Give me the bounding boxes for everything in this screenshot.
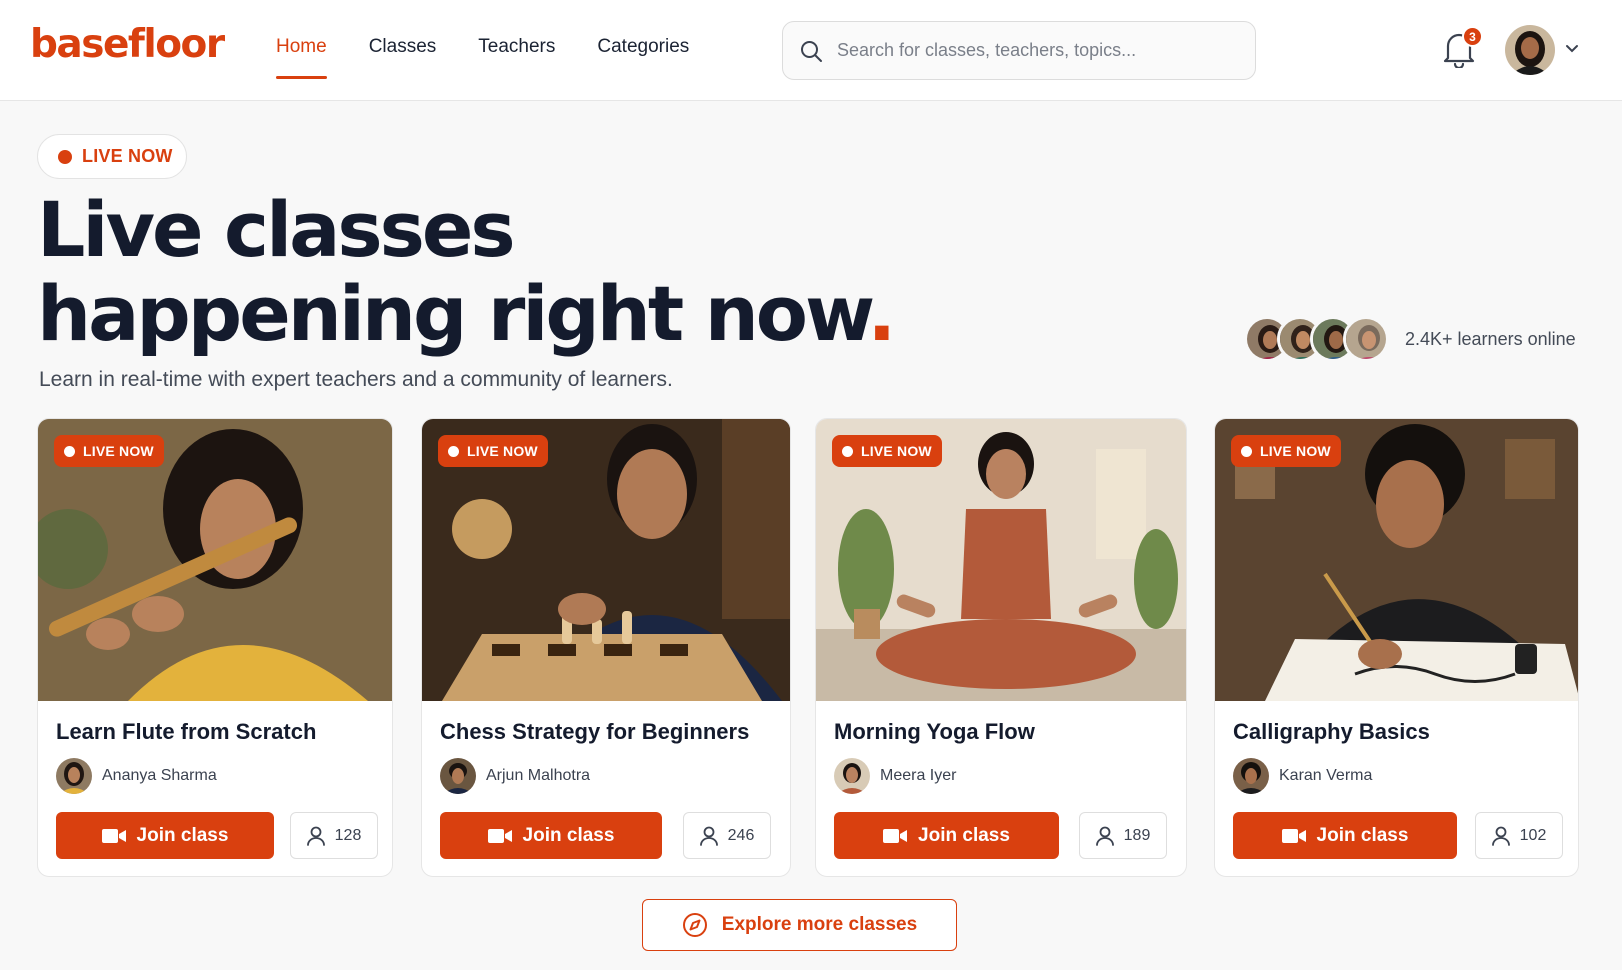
class-thumbnail[interactable]: LIVE NOW xyxy=(816,419,1186,701)
nav-home[interactable]: Home xyxy=(276,36,327,80)
teacher-name: Karan Verma xyxy=(1279,767,1373,784)
explore-more-label: Explore more classes xyxy=(721,914,918,935)
live-now-badge: LIVE NOW xyxy=(438,435,548,467)
video-camera-icon xyxy=(101,828,126,843)
class-title[interactable]: Learn Flute from Scratch xyxy=(56,719,316,745)
user-icon xyxy=(306,826,325,846)
learners-online: 2.4K+ learners online xyxy=(1244,316,1576,362)
video-camera-icon xyxy=(883,828,908,843)
class-teacher[interactable]: Meera Iyer xyxy=(834,758,956,794)
nav-teachers[interactable]: Teachers xyxy=(478,36,555,80)
live-now-pill: LIVE NOW xyxy=(37,134,187,179)
class-card[interactable]: LIVE NOW Calligraphy Basics Karan Verma … xyxy=(1214,418,1579,877)
page-title: Live classes happening right now. xyxy=(37,185,896,358)
class-teacher[interactable]: Karan Verma xyxy=(1233,758,1372,794)
learner-avatar-stack xyxy=(1244,316,1389,362)
class-thumbnail[interactable]: LIVE NOW xyxy=(422,419,790,701)
teacher-avatar xyxy=(834,758,870,794)
join-class-button[interactable]: Join class xyxy=(834,812,1059,859)
teacher-avatar xyxy=(440,758,476,794)
attendee-count: 246 xyxy=(683,812,771,859)
video-camera-icon xyxy=(1281,828,1306,843)
chevron-down-icon[interactable] xyxy=(1564,41,1580,57)
teacher-name: Meera Iyer xyxy=(880,767,957,784)
user-icon xyxy=(1491,826,1510,846)
page-subtitle: Learn in real-time with expert teachers … xyxy=(39,368,673,391)
join-class-button[interactable]: Join class xyxy=(56,812,274,859)
search-icon xyxy=(801,40,822,62)
search-bar[interactable] xyxy=(782,21,1256,80)
video-camera-icon xyxy=(487,828,512,843)
title-line-1: Live classes xyxy=(37,185,516,274)
join-class-button[interactable]: Join class xyxy=(1233,812,1457,859)
top-header: basefloor Home Classes Teachers Categori… xyxy=(0,0,1622,101)
class-title[interactable]: Calligraphy Basics xyxy=(1233,719,1430,745)
teacher-avatar xyxy=(56,758,92,794)
user-icon xyxy=(699,826,718,846)
class-title[interactable]: Chess Strategy for Beginners xyxy=(440,719,749,745)
learner-avatar xyxy=(1343,316,1389,362)
main-nav: Home Classes Teachers Categories xyxy=(276,36,731,80)
class-card[interactable]: LIVE NOW Morning Yoga Flow Meera Iyer Jo… xyxy=(815,418,1187,877)
attendee-count: 189 xyxy=(1079,812,1167,859)
brand-logo[interactable]: basefloor xyxy=(30,22,225,67)
live-dot-icon xyxy=(58,149,72,164)
user-icon xyxy=(1095,826,1114,846)
live-now-badge: LIVE NOW xyxy=(1231,435,1341,467)
teacher-name: Arjun Malhotra xyxy=(486,767,591,784)
teacher-name: Ananya Sharma xyxy=(102,767,217,784)
class-teacher[interactable]: Ananya Sharma xyxy=(56,758,217,794)
live-now-badge: LIVE NOW xyxy=(54,435,164,467)
search-input[interactable] xyxy=(837,40,1237,61)
class-thumbnail[interactable]: LIVE NOW xyxy=(38,419,392,701)
attendee-count: 102 xyxy=(1475,812,1563,859)
class-teacher[interactable]: Arjun Malhotra xyxy=(440,758,590,794)
live-now-label: LIVE NOW xyxy=(82,146,173,166)
nav-classes[interactable]: Classes xyxy=(369,36,437,80)
live-now-badge: LIVE NOW xyxy=(832,435,942,467)
explore-more-button[interactable]: Explore more classes xyxy=(642,899,957,951)
class-card[interactable]: LIVE NOW Learn Flute from Scratch Ananya… xyxy=(37,418,393,877)
compass-icon xyxy=(682,913,707,937)
notification-count-badge: 3 xyxy=(1462,26,1483,47)
class-card[interactable]: LIVE NOW Chess Strategy for Beginners Ar… xyxy=(421,418,791,877)
attendee-count: 128 xyxy=(290,812,378,859)
title-line-2: happening right now xyxy=(37,269,870,358)
title-dot: . xyxy=(867,269,896,358)
profile-avatar[interactable] xyxy=(1505,25,1555,75)
class-thumbnail[interactable]: LIVE NOW xyxy=(1215,419,1578,701)
notifications-button[interactable]: 3 xyxy=(1442,26,1483,70)
nav-categories[interactable]: Categories xyxy=(597,36,689,80)
learners-online-count: 2.4K+ learners online xyxy=(1405,328,1576,349)
teacher-avatar xyxy=(1233,758,1269,794)
class-title[interactable]: Morning Yoga Flow xyxy=(834,719,1035,745)
join-class-button[interactable]: Join class xyxy=(440,812,662,859)
